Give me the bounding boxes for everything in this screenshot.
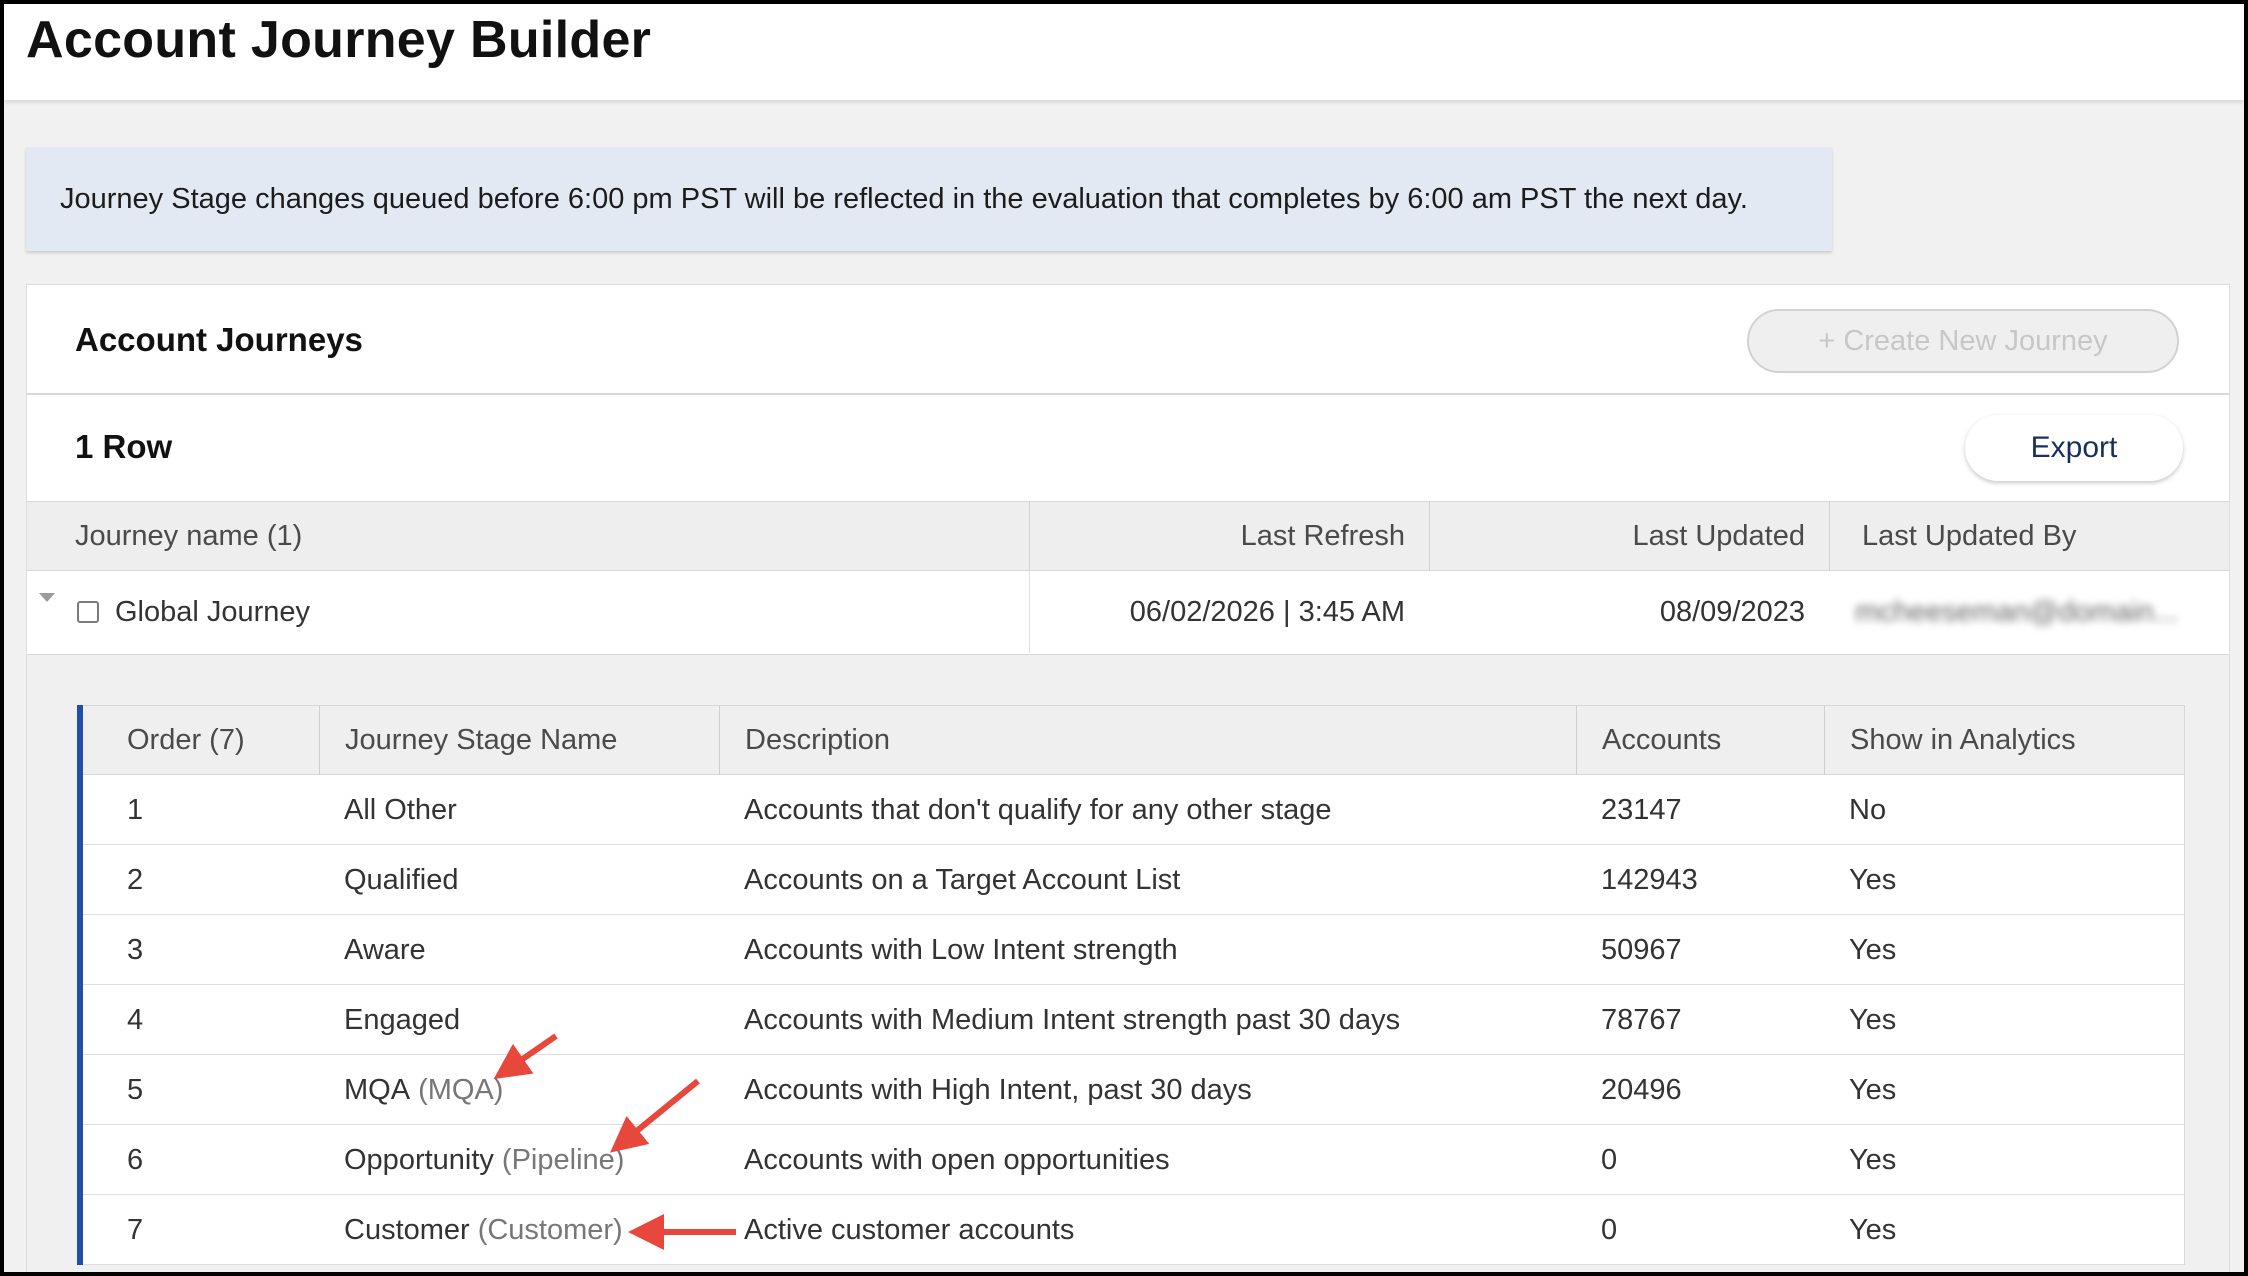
stage-accounts-cell: 0 xyxy=(1601,1213,1618,1246)
table-row[interactable]: 1 All Other Accounts that don't qualify fo… xyxy=(83,775,2184,845)
stage-name-cell: Opportunity (Pipeline) xyxy=(344,1125,714,1195)
stage-order-cell: 3 xyxy=(127,933,144,966)
stage-description-cell: Accounts with Medium Intent strength pas… xyxy=(744,1003,1401,1036)
stage-description-cell: Active customer accounts xyxy=(744,1213,1075,1246)
row-checkbox[interactable] xyxy=(77,601,99,623)
app-frame: Account Journey Builder Journey Stage ch… xyxy=(0,0,2248,1276)
stage-alias: (MQA) xyxy=(418,1073,504,1106)
stage-description-cell: Accounts on a Target Account List xyxy=(744,863,1181,896)
stage-order-cell: 5 xyxy=(127,1073,144,1106)
create-new-journey-button[interactable]: + Create New Journey xyxy=(1747,309,2179,373)
stage-order-cell: 2 xyxy=(127,863,144,896)
header-accounts[interactable]: Accounts xyxy=(1576,706,1824,774)
stage-name-cell: Qualified xyxy=(344,845,714,915)
stage-order-cell: 7 xyxy=(127,1213,144,1246)
stage-name: Engaged xyxy=(344,1003,461,1036)
page-title: Account Journey Builder xyxy=(26,11,652,69)
stage-analytics-cell: Yes xyxy=(1849,1073,1897,1106)
stage-name: All Other xyxy=(344,793,457,826)
stage-name-cell: All Other xyxy=(344,775,714,845)
stage-accounts-cell: 142943 xyxy=(1601,863,1698,896)
header-order[interactable]: Order (7) xyxy=(127,706,327,774)
header-show-in-analytics[interactable]: Show in Analytics xyxy=(1824,706,2184,774)
stage-description-cell: Accounts with Low Intent strength xyxy=(744,933,1178,966)
info-banner: Journey Stage changes queued before 6:00… xyxy=(26,147,1832,251)
stage-order-cell: 4 xyxy=(127,1003,144,1036)
table-row[interactable]: Global Journey 06/02/2026 | 3:45 AM 08/0… xyxy=(27,571,2229,655)
stage-analytics-cell: Yes xyxy=(1849,933,1897,966)
stage-alias: (Pipeline) xyxy=(501,1143,625,1176)
stage-analytics-cell: Yes xyxy=(1849,1143,1897,1176)
table-row[interactable]: 7 Customer (Customer) Active customer accou… xyxy=(83,1195,2184,1265)
stage-accounts-cell: 78767 xyxy=(1601,1003,1682,1036)
stage-name: Qualified xyxy=(344,863,459,896)
stage-name: Aware xyxy=(344,933,426,966)
stage-accounts-cell: 50967 xyxy=(1601,933,1682,966)
stage-name: MQA xyxy=(344,1073,411,1106)
stage-order-cell: 1 xyxy=(127,793,144,826)
stage-order-cell: 6 xyxy=(127,1143,144,1176)
stage-analytics-cell: No xyxy=(1849,793,1887,826)
card-header: Account Journeys + Create New Journey xyxy=(27,285,2229,395)
stage-accounts-cell: 20496 xyxy=(1601,1073,1682,1106)
table-row[interactable]: 5 MQA (MQA) Accounts with High Intent, past… xyxy=(83,1055,2184,1125)
table-row[interactable]: 6 Opportunity (Pipeline) Accounts with open… xyxy=(83,1125,2184,1195)
last-updated-by-cell: mcheeseman@domain... xyxy=(1855,595,2178,628)
journey-detail-panel: Order (7) Journey Stage Name Description… xyxy=(27,655,2229,1272)
stage-name: Customer xyxy=(344,1213,470,1246)
header-journey-name[interactable]: Journey name (1) xyxy=(75,502,1035,570)
stage-name-cell: Customer (Customer) xyxy=(344,1195,714,1265)
stages-table: Order (7) Journey Stage Name Description… xyxy=(77,705,2185,1265)
header-last-updated-by[interactable]: Last Updated By xyxy=(1829,502,2229,570)
stage-analytics-cell: Yes xyxy=(1849,1003,1897,1036)
row-count: 1 Row xyxy=(75,428,173,465)
card-title: Account Journeys xyxy=(75,321,363,358)
stages-table-header: Order (7) Journey Stage Name Description… xyxy=(83,705,2184,775)
stage-description-cell: Accounts with High Intent, past 30 days xyxy=(744,1073,1252,1106)
stage-name: Opportunity xyxy=(344,1143,494,1176)
header-last-refresh[interactable]: Last Refresh xyxy=(1029,502,1429,570)
top-bar: Account Journey Builder xyxy=(4,4,2244,100)
stage-alias: (Customer) xyxy=(477,1213,623,1246)
expand-caret-icon[interactable] xyxy=(39,593,55,602)
stage-analytics-cell: Yes xyxy=(1849,863,1897,896)
header-last-updated[interactable]: Last Updated xyxy=(1429,502,1829,570)
journeys-table-header: Journey name (1) Last Refresh Last Updat… xyxy=(27,501,2229,571)
stage-accounts-cell: 23147 xyxy=(1601,793,1682,826)
stage-description-cell: Accounts with open opportunities xyxy=(744,1143,1170,1176)
table-row[interactable]: 4 Engaged Accounts with Medium Intent stre… xyxy=(83,985,2184,1055)
stage-name-cell: Engaged xyxy=(344,985,714,1055)
account-journeys-card: Account Journeys + Create New Journey 1 … xyxy=(26,284,2230,1272)
stage-analytics-cell: Yes xyxy=(1849,1213,1897,1246)
stage-description-cell: Accounts that don't qualify for any othe… xyxy=(744,793,1332,826)
export-button[interactable]: Export xyxy=(1965,415,2183,481)
table-row[interactable]: 3 Aware Accounts with Low Intent strength 5… xyxy=(83,915,2184,985)
journey-name-cell[interactable]: Global Journey xyxy=(115,571,1015,653)
last-refresh-cell: 06/02/2026 | 3:45 AM xyxy=(1029,571,1429,653)
stage-name-cell: Aware xyxy=(344,915,714,985)
table-row[interactable]: 2 Qualified Accounts on a Target Account L… xyxy=(83,845,2184,915)
last-updated-cell: 08/09/2023 xyxy=(1659,595,1805,628)
stage-accounts-cell: 0 xyxy=(1601,1143,1618,1176)
stage-name-cell: MQA (MQA) xyxy=(344,1055,714,1125)
header-description[interactable]: Description xyxy=(719,706,1576,774)
header-stage-name[interactable]: Journey Stage Name xyxy=(319,706,719,774)
